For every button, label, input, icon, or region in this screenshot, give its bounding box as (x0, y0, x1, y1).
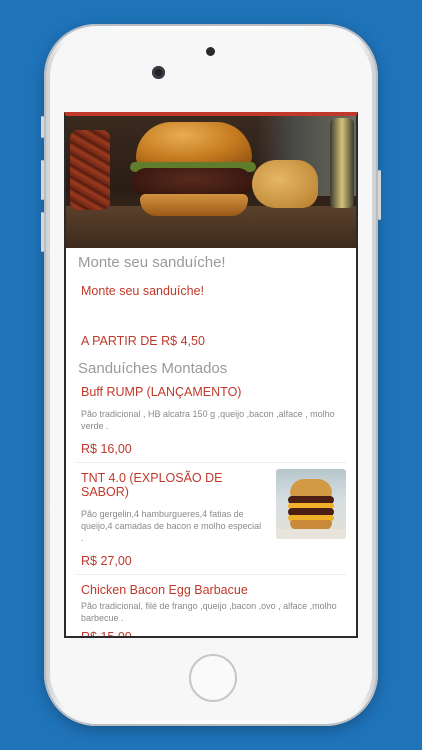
item-thumbnail (276, 469, 346, 539)
hero-image (66, 116, 356, 248)
price-from: A PARTIR DE R$ 4,50 (81, 334, 205, 348)
item-price: R$ 27,00 (81, 554, 132, 568)
item-description: Pão tradicional, filé de frango ,queijo … (81, 601, 337, 623)
intro-title: Monte seu sanduíche! (78, 254, 226, 271)
hero-chips (252, 160, 318, 208)
power-button (378, 170, 381, 220)
front-camera-icon (152, 66, 165, 79)
item-name: Chicken Bacon Egg Barbacue (81, 583, 248, 597)
item-name: Buff RUMP (LANÇAMENTO) (81, 385, 242, 399)
build-sandwich-link[interactable]: Monte seu sanduíche! (81, 284, 346, 298)
menu-item[interactable]: Buff RUMP (LANÇAMENTO) Pão tradicional ,… (76, 377, 346, 463)
hero-bun-bottom (140, 194, 248, 216)
thumb-bun (290, 479, 332, 497)
menu-content: Monte seu sanduíche! Monte seu sanduíche… (66, 254, 356, 638)
item-price: R$ 16,00 (81, 442, 132, 456)
app-screen: Monte seu sanduíche! Monte seu sanduíche… (64, 112, 358, 638)
menu-item[interactable]: TNT 4.0 (EXPLOSÃO DE SABOR) Pão gergelin… (76, 463, 346, 575)
home-button[interactable] (189, 654, 237, 702)
item-description: Pão gergelin,4 hamburgueres,4 fatias de … (81, 509, 262, 543)
speaker-dot (206, 47, 215, 56)
hero-patty (132, 168, 252, 196)
menu-item[interactable]: Chicken Bacon Egg Barbacue Pão tradicion… (76, 575, 346, 638)
hero-bottle (330, 118, 354, 208)
hero-bacon (70, 130, 110, 210)
item-price: R$ 15,00 (81, 630, 132, 638)
section-title: Sanduíches Montados (78, 360, 228, 377)
hero-bun-top (136, 122, 252, 166)
item-description: Pão tradicional , HB alcatra 150 g ,quei… (81, 409, 335, 431)
thumb-plate (276, 529, 346, 539)
item-name: TNT 4.0 (EXPLOSÃO DE SABOR) (81, 471, 223, 499)
